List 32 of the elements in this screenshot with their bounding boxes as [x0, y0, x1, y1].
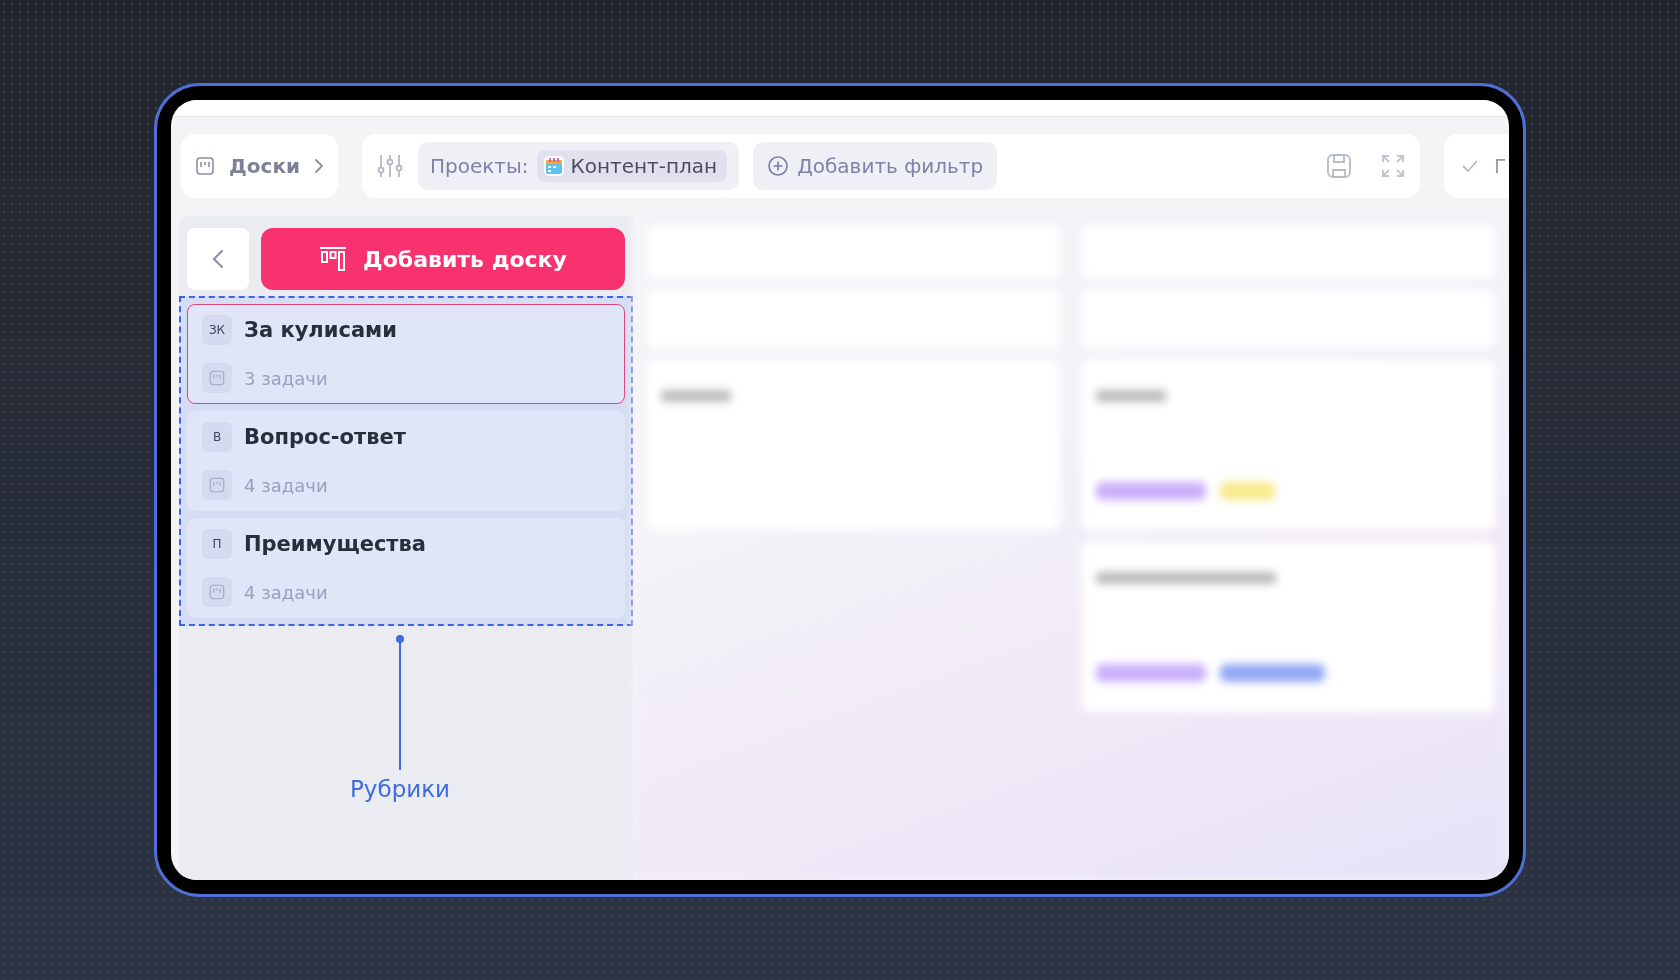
project-chip[interactable]: Контент-план — [536, 150, 728, 182]
board-name: Преимущества — [244, 532, 426, 556]
projects-label: Проекты: — [430, 154, 529, 178]
annotation-label: Рубрики — [349, 776, 451, 802]
board-card[interactable]: ЗК За кулисами 3 задачи — [187, 304, 625, 404]
add-board-button[interactable]: Добавить доску — [261, 228, 625, 290]
board-columns-icon — [319, 246, 348, 272]
board-initials: В — [202, 422, 232, 452]
board-icon — [195, 156, 215, 176]
task-count: 4 задачи — [244, 474, 328, 496]
board-name: За кулисами — [244, 318, 397, 342]
board-card[interactable]: В Вопрос-ответ 4 задачи — [187, 411, 625, 511]
back-button[interactable] — [187, 228, 249, 290]
plus-circle-icon — [767, 155, 790, 177]
calendar-icon — [542, 155, 565, 177]
board-card[interactable]: П Преимущества 4 задачи — [187, 518, 625, 618]
board-icon — [209, 584, 225, 600]
projects-filter[interactable]: Проекты: Контент-план — [418, 142, 740, 190]
chevron-right-icon — [314, 158, 324, 174]
add-filter-button[interactable]: Добавить фильтр — [753, 142, 998, 190]
sliders-icon[interactable] — [376, 152, 404, 180]
task-count: 4 задачи — [244, 581, 328, 603]
board-initials: ЗК — [202, 315, 232, 345]
expand-icon[interactable] — [1380, 153, 1406, 179]
chevron-left-icon — [212, 249, 224, 269]
board-icon — [209, 477, 225, 493]
boards-button[interactable]: Доски — [181, 134, 338, 198]
board-icon — [209, 370, 225, 386]
save-icon[interactable] — [1326, 153, 1352, 179]
board-name: Вопрос-ответ — [244, 425, 406, 449]
board-initials: П — [202, 529, 232, 559]
task-count: 3 задачи — [244, 367, 328, 389]
